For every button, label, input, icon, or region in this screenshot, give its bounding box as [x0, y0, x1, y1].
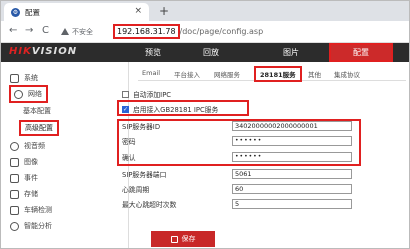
sidebar-item-label: 存储	[24, 190, 38, 198]
tab-other[interactable]: 其他	[308, 69, 321, 79]
sidebar-item-event[interactable]: 事件	[10, 173, 38, 183]
auto-add-checkbox[interactable]: 自动添加IPC	[122, 89, 171, 99]
tab-network-service[interactable]: 网络服务	[214, 69, 240, 79]
sidebar-item-video-audio[interactable]: 视音频	[10, 141, 45, 151]
config-tabs: Email 平台接入 网络服务 28181服务 其他 集成协议	[138, 66, 406, 82]
max-heartbeat-timeout-input[interactable]: 5	[232, 199, 352, 209]
security-label: 不安全	[72, 28, 93, 36]
url-path: /doc/page/config.asp	[179, 27, 264, 36]
sip-server-id-input[interactable]: 34020000002000000001	[232, 121, 352, 131]
car-icon	[10, 205, 19, 215]
nav-configuration[interactable]: 配置	[329, 43, 393, 62]
save-button[interactable]: 保存	[151, 231, 215, 247]
top-navigation: HIKVISION 预览 回放 图片 配置	[1, 43, 409, 62]
close-icon[interactable]: ×	[134, 6, 142, 16]
check-icon: ✓	[122, 105, 129, 113]
monitor-icon	[10, 73, 19, 83]
sidebar-item-label: 系统	[24, 74, 38, 82]
field-label: 确认	[122, 154, 136, 162]
warning-icon	[61, 28, 69, 35]
enable-gb28181-checkbox[interactable]: ✓ 启用接入GB28181 IPC服务	[122, 104, 218, 114]
sidebar-item-image[interactable]: 图像	[10, 157, 38, 167]
auto-add-label: 自动添加IPC	[133, 91, 172, 99]
tab-integration-protocol[interactable]: 集成协议	[334, 69, 360, 79]
tab-title: 配置	[25, 7, 40, 17]
field-label: SIP服务器ID	[122, 123, 161, 131]
address-bar: ← → C 不安全 192.168.31.78/doc/page/config.…	[1, 21, 409, 43]
sidebar-item-smart-analysis[interactable]: 智能分析	[10, 221, 52, 231]
sidebar-item-label: 智能分析	[24, 222, 52, 230]
sip-port-input[interactable]: 5061	[232, 169, 352, 179]
browser-tab[interactable]: ⚙ 配置 ×	[4, 3, 149, 21]
checkbox-box	[122, 90, 129, 98]
url-host: 192.168.31.78	[113, 24, 180, 39]
analysis-icon	[10, 221, 19, 231]
browser-window: ⚙ 配置 × + ← → C 不安全 192.168.31.78/doc/pag…	[0, 0, 410, 249]
nav-playback[interactable]: 回放	[187, 43, 235, 62]
enable-label: 启用接入GB28181 IPC服务	[133, 106, 219, 114]
calendar-icon	[10, 173, 19, 183]
url-field[interactable]: 192.168.31.78/doc/page/config.asp	[113, 24, 263, 39]
image-icon	[10, 157, 19, 167]
heartbeat-period-input[interactable]: 60	[232, 184, 352, 194]
password-input[interactable]: ••••••	[232, 136, 352, 146]
forward-icon[interactable]: →	[25, 25, 33, 36]
sidebar-item-label: 视音频	[24, 142, 45, 150]
gear-icon: ⚙	[11, 7, 20, 17]
field-label: 最大心跳超时次数	[122, 201, 177, 209]
nav-picture[interactable]: 图片	[267, 43, 315, 62]
nav-preview[interactable]: 预览	[129, 43, 177, 62]
globe-icon	[14, 89, 23, 99]
tab-gb28181-service[interactable]: 28181服务	[254, 66, 302, 82]
tab-email[interactable]: Email	[142, 69, 160, 77]
video-icon	[10, 141, 19, 151]
new-tab-button[interactable]: +	[159, 4, 169, 18]
sidebar-sub-advanced[interactable]: 高级配置	[19, 120, 59, 136]
logo: HIKVISION	[9, 46, 77, 57]
sidebar-item-network[interactable]: 网络	[9, 85, 48, 103]
sidebar-sub-basic[interactable]: 基本配置	[23, 106, 51, 116]
tab-bar: ⚙ 配置 × +	[1, 1, 409, 21]
tab-platform-access[interactable]: 平台接入	[174, 69, 200, 79]
field-label: SIP服务器端口	[122, 171, 167, 179]
sidebar-item-vehicle-detection[interactable]: 车辆检测	[10, 205, 52, 215]
network-row: 网络	[14, 89, 42, 99]
field-label: 密码	[122, 138, 136, 146]
sidebar: 系统 网络 基本配置 高级配置 视音频 图像 事件 存储 车辆检测 智能分析	[1, 62, 129, 248]
sidebar-item-label: 车辆检测	[24, 206, 52, 214]
reload-icon[interactable]: C	[42, 25, 49, 36]
logo-suffix: VISION	[31, 46, 78, 57]
sidebar-item-system[interactable]: 系统	[10, 73, 38, 83]
confirm-password-input[interactable]: ••••••	[232, 152, 352, 162]
sidebar-item-label: 图像	[24, 158, 38, 166]
sidebar-item-storage[interactable]: 存储	[10, 189, 38, 199]
save-label: 保存	[181, 235, 196, 243]
back-icon[interactable]: ←	[9, 25, 17, 36]
logo-prefix: HIK	[9, 46, 32, 57]
sidebar-item-label: 事件	[24, 174, 38, 182]
field-label: 心跳周期	[122, 186, 150, 194]
security-warning[interactable]: 不安全	[61, 27, 93, 37]
sidebar-item-label: 网络	[28, 90, 42, 98]
storage-icon	[10, 189, 19, 199]
save-icon	[170, 235, 178, 243]
